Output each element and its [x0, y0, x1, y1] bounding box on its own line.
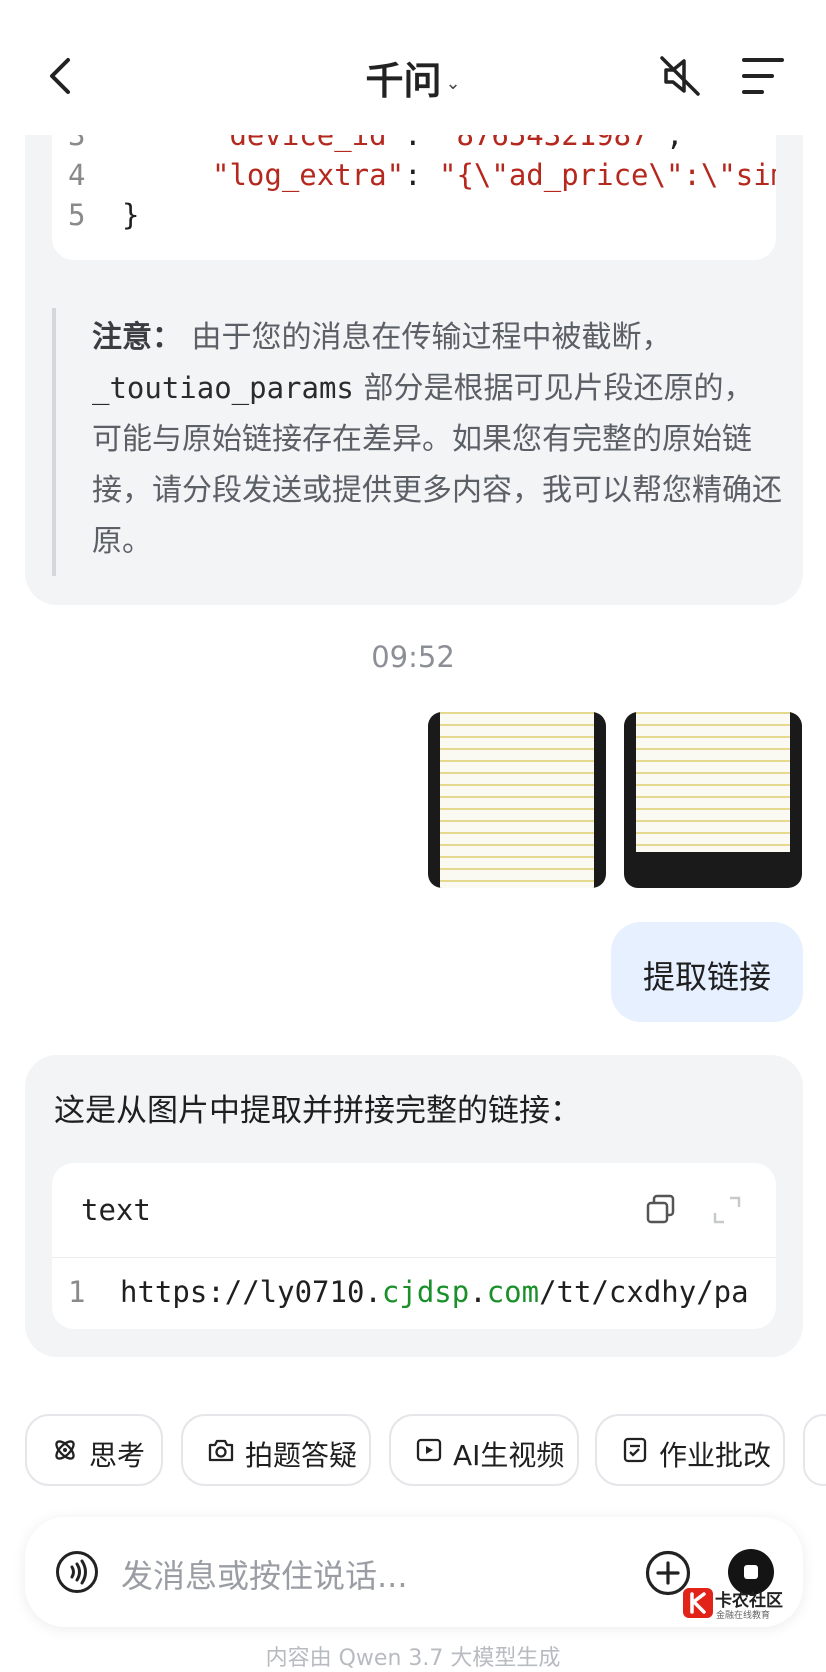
code-language-label: text — [81, 1193, 151, 1227]
note-blockquote: 注意： 由于您的消息在传输过程中被截断，_toutiao_params 部分是根… — [52, 308, 782, 576]
code-value: "{\"ad_price\":\"sim_ — [438, 158, 776, 192]
chip-more[interactable] — [803, 1414, 826, 1486]
chip-label: 拍题答疑 — [245, 1439, 358, 1472]
timestamp: 09:52 — [371, 640, 455, 674]
code-text: } — [122, 198, 140, 232]
message-input[interactable]: 发消息或按住说话... — [121, 1551, 408, 1597]
ai-intro-text: 这是从图片中提取并拼接完整的链接： — [54, 1093, 581, 1129]
chip-label: AI生视频 — [453, 1439, 565, 1472]
line-number: 5 — [68, 198, 86, 232]
user-message-text: 提取链接 — [642, 958, 771, 996]
speaker-muted-icon — [660, 56, 700, 96]
think-icon — [55, 1440, 75, 1460]
line-number: 1 — [68, 1275, 86, 1309]
copy-button[interactable] — [645, 1193, 677, 1225]
screenshot-image — [440, 712, 594, 888]
quick-action-bar: 思考 拍题答疑 AI生视频 作业批改 — [0, 1414, 826, 1490]
chevron-down-icon: ⌄ — [445, 73, 461, 94]
voice-icon — [56, 1551, 98, 1593]
divider — [52, 1257, 776, 1258]
voice-button[interactable] — [55, 1550, 99, 1594]
video-icon — [416, 1438, 442, 1462]
copy-icon — [646, 1194, 675, 1224]
line-number: 4 — [68, 158, 86, 192]
code-text: https://ly0710.cjdsp.com/tt/cxdhy/pa — [120, 1275, 749, 1309]
code-text: "log_extra": "{\"ad_price\":\"sim_ — [122, 158, 776, 192]
watermark: 卡农社区 金融在线教育 — [683, 1586, 783, 1626]
user-message-bubble: 提取链接 — [611, 922, 803, 1022]
footer-disclaimer: 内容由 Qwen 3.7 大模型生成 — [265, 1646, 561, 1671]
url-tld: com — [486, 1275, 540, 1309]
chip-think[interactable]: 思考 — [25, 1414, 163, 1486]
kanong-logo-icon — [683, 1588, 713, 1618]
expand-button[interactable] — [712, 1195, 742, 1225]
expand-icon — [713, 1196, 741, 1224]
chip-homework[interactable]: 作业批改 — [595, 1414, 785, 1486]
top-bar: 千问 ⌄ — [0, 0, 826, 135]
inline-code: _toutiao_params — [92, 371, 354, 405]
image-thumbnail[interactable] — [428, 712, 606, 888]
url-part: https://ly0710. — [120, 1275, 382, 1309]
chip-photo-question[interactable]: 拍题答疑 — [181, 1414, 371, 1486]
code-line: 1 https://ly0710.cjdsp.com/tt/cxdhy/pa — [52, 1275, 776, 1315]
camera-icon — [208, 1439, 234, 1462]
mute-button[interactable] — [656, 52, 704, 100]
url-domain: cjdsp — [381, 1275, 470, 1309]
screenshot-image — [636, 712, 790, 852]
watermark-subtitle: 金融在线教育 — [716, 1611, 771, 1621]
code-line: 5 } — [52, 198, 776, 238]
chip-label: 思考 — [89, 1439, 146, 1472]
menu-button[interactable] — [740, 54, 786, 98]
url-part: . — [469, 1275, 487, 1309]
blockquote-bar — [52, 308, 56, 576]
note-label: 注意： — [92, 320, 182, 355]
code-line: 4 "log_extra": "{\"ad_price\":\"sim_ — [52, 158, 776, 198]
code-block: text 1 https://ly0710.cjdsp.com/tt/cxdhy… — [52, 1163, 776, 1329]
menu-icon — [742, 58, 784, 94]
chip-ai-video[interactable]: AI生视频 — [389, 1414, 579, 1486]
chip-label: 作业批改 — [659, 1439, 772, 1472]
chat-title-text: 千问 — [365, 59, 442, 103]
note-text: 注意： 由于您的消息在传输过程中被截断，_toutiao_params 部分是根… — [92, 312, 782, 567]
code-key: "log_extra" — [212, 158, 405, 192]
note-part1: 由于您的消息在传输过程中被截断， — [191, 320, 672, 355]
url-path: /tt/cxdhy/pa — [539, 1275, 749, 1309]
homework-icon — [623, 1437, 647, 1463]
image-thumbnail[interactable] — [624, 712, 802, 888]
